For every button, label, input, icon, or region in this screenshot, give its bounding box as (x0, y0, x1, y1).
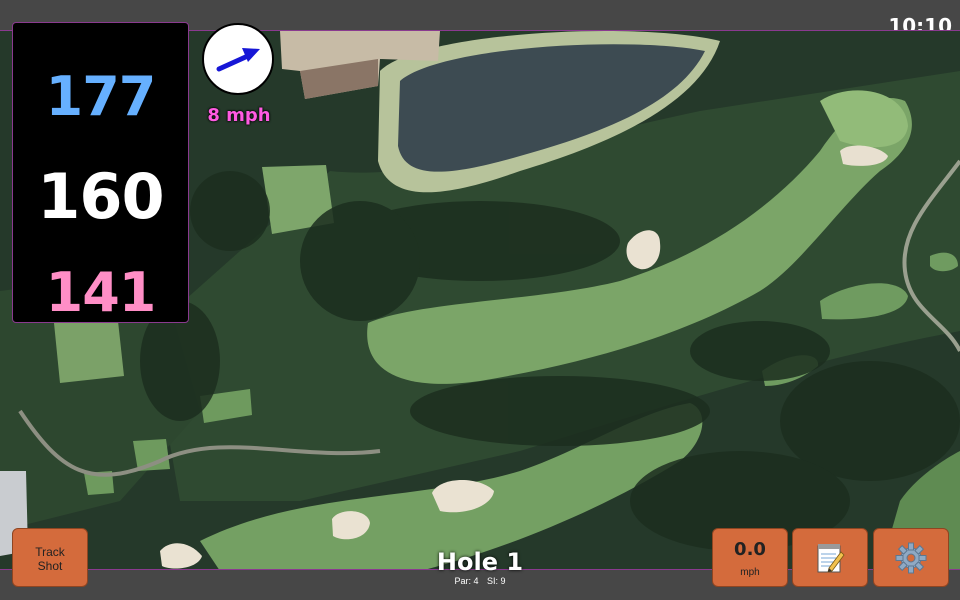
track-shot-label-line2: Shot (37, 559, 63, 573)
notes-button[interactable] (792, 528, 868, 587)
distance-panel: 177 160 141 (12, 22, 189, 324)
hole-stroke-index: SI: 9 (487, 576, 506, 586)
wind-direction-indicator (202, 23, 274, 95)
back-distance: 177 (45, 65, 157, 128)
track-shot-button[interactable]: Track Shot (12, 528, 88, 587)
settings-button[interactable] (873, 528, 949, 587)
hole-info: Par: 4 SI: 9 (380, 576, 580, 586)
speed-button[interactable]: 0.0 mph (712, 528, 788, 587)
front-distance: 141 (45, 261, 157, 324)
wind-speed: 8 mph (207, 105, 271, 126)
speed-unit: mph (740, 567, 760, 578)
track-shot-label-line1: Track (35, 545, 65, 559)
notepad-icon (817, 543, 845, 573)
arrow-icon (216, 48, 260, 72)
hole-par: Par: 4 (454, 576, 479, 586)
gear-icon (895, 542, 927, 573)
speed-value: 0.0 (734, 539, 766, 560)
middle-distance: 160 (37, 160, 164, 233)
hole-title: Hole 1 (436, 548, 524, 576)
